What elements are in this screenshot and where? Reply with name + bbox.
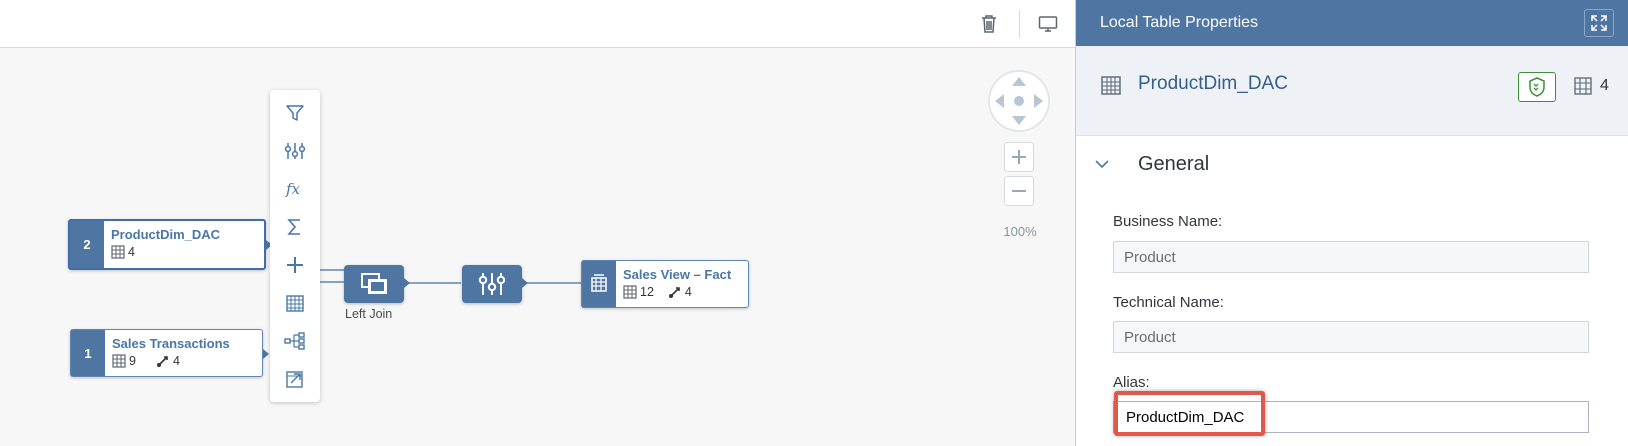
join-output-port[interactable] — [404, 278, 410, 288]
panel-title: Local Table Properties — [1100, 14, 1259, 31]
projection-node[interactable] — [462, 265, 522, 303]
alias-field[interactable] — [1113, 401, 1589, 433]
output-node-sales-view[interactable]: Sales View – Fact 12 4 — [581, 260, 749, 308]
node-title: Sales Transactions — [112, 336, 230, 351]
pan-arrows-icon — [995, 77, 1043, 125]
add-aggregation-button[interactable] — [280, 212, 310, 242]
graphical-view-canvas[interactable]: 2 ProductDim_DAC 4 1 Sales Transactions … — [0, 0, 1075, 446]
column-count: 9 — [129, 354, 136, 368]
alias-label: Alias: — [1113, 374, 1150, 391]
technical-name-label: Technical Name: — [1113, 294, 1224, 311]
output-view-badge — [582, 261, 616, 307]
technical-name-field[interactable] — [1113, 321, 1589, 353]
business-name-field[interactable] — [1113, 241, 1589, 273]
expand-panel-button[interactable] — [1584, 9, 1614, 37]
join-icon — [361, 273, 387, 294]
add-icon — [287, 257, 303, 273]
columns-icon — [112, 354, 126, 368]
node-title: Sales View – Fact — [623, 267, 732, 282]
minus-icon — [1012, 190, 1026, 192]
join-node[interactable] — [344, 265, 404, 303]
add-calculated-column-button[interactable]: fx — [280, 174, 310, 204]
projection-icon — [284, 143, 306, 159]
object-header: ProductDim_DAC 4 — [1076, 46, 1628, 136]
node-output-port[interactable] — [263, 349, 269, 359]
node-order-number: 1 — [71, 330, 105, 376]
column-count-indicator: 4 — [1574, 77, 1609, 95]
show-lineage-button[interactable] — [280, 326, 310, 356]
source-node-productdim[interactable]: 2 ProductDim_DAC 4 — [68, 219, 266, 270]
source-node-sales-transactions[interactable]: 1 Sales Transactions 9 4 — [70, 329, 263, 377]
calculated-column-icon: fx — [285, 180, 301, 198]
shield-icon — [1529, 77, 1545, 97]
panel-header: Local Table Properties — [1076, 0, 1628, 46]
open-in-editor-icon — [286, 371, 303, 388]
svg-text:fx: fx — [285, 180, 301, 198]
zoom-out-button[interactable] — [1004, 176, 1034, 206]
table-icon — [1101, 76, 1121, 95]
app-window: 2 ProductDim_DAC 4 1 Sales Transactions … — [0, 0, 1628, 446]
object-name: ProductDim_DAC — [1138, 73, 1288, 94]
plus-icon — [1012, 150, 1026, 164]
hierarchy-icon — [284, 332, 305, 350]
add-node-button[interactable] — [280, 250, 310, 280]
projection-output-port[interactable] — [522, 278, 528, 288]
join-label: Left Join — [345, 307, 393, 321]
chevron-down-icon — [1095, 160, 1109, 169]
columns-icon — [1574, 77, 1592, 95]
general-section-toggle[interactable]: General — [1076, 136, 1628, 194]
column-count: 12 — [640, 285, 654, 299]
projection-icon — [478, 273, 506, 295]
node-action-palette: fx — [270, 90, 320, 402]
association-count: 4 — [172, 354, 180, 368]
column-count: 4 — [128, 245, 135, 259]
zoom-in-button[interactable] — [1004, 142, 1034, 172]
expand-icon — [1591, 15, 1607, 31]
aggregation-icon — [287, 219, 300, 235]
filter-icon — [286, 105, 304, 121]
association-count: 4 — [684, 285, 692, 299]
pan-navigation-control[interactable] — [988, 70, 1050, 132]
zoom-level-text: 100% — [1003, 224, 1037, 239]
open-in-editor-button[interactable] — [280, 364, 310, 394]
columns-icon — [111, 245, 125, 259]
section-title: General — [1138, 153, 1210, 175]
business-name-label: Business Name: — [1113, 213, 1223, 230]
data-access-control-button[interactable] — [1518, 72, 1556, 102]
table-icon — [286, 295, 304, 312]
columns-icon — [623, 285, 637, 299]
association-icon — [668, 287, 680, 298]
add-projection-button[interactable] — [280, 136, 310, 166]
add-filter-button[interactable] — [280, 98, 310, 128]
preview-data-button[interactable] — [280, 288, 310, 318]
association-icon — [156, 356, 168, 367]
column-count: 4 — [1600, 77, 1609, 94]
node-title: ProductDim_DAC — [111, 227, 221, 242]
node-order-number: 2 — [70, 221, 104, 268]
view-icon — [591, 274, 607, 292]
